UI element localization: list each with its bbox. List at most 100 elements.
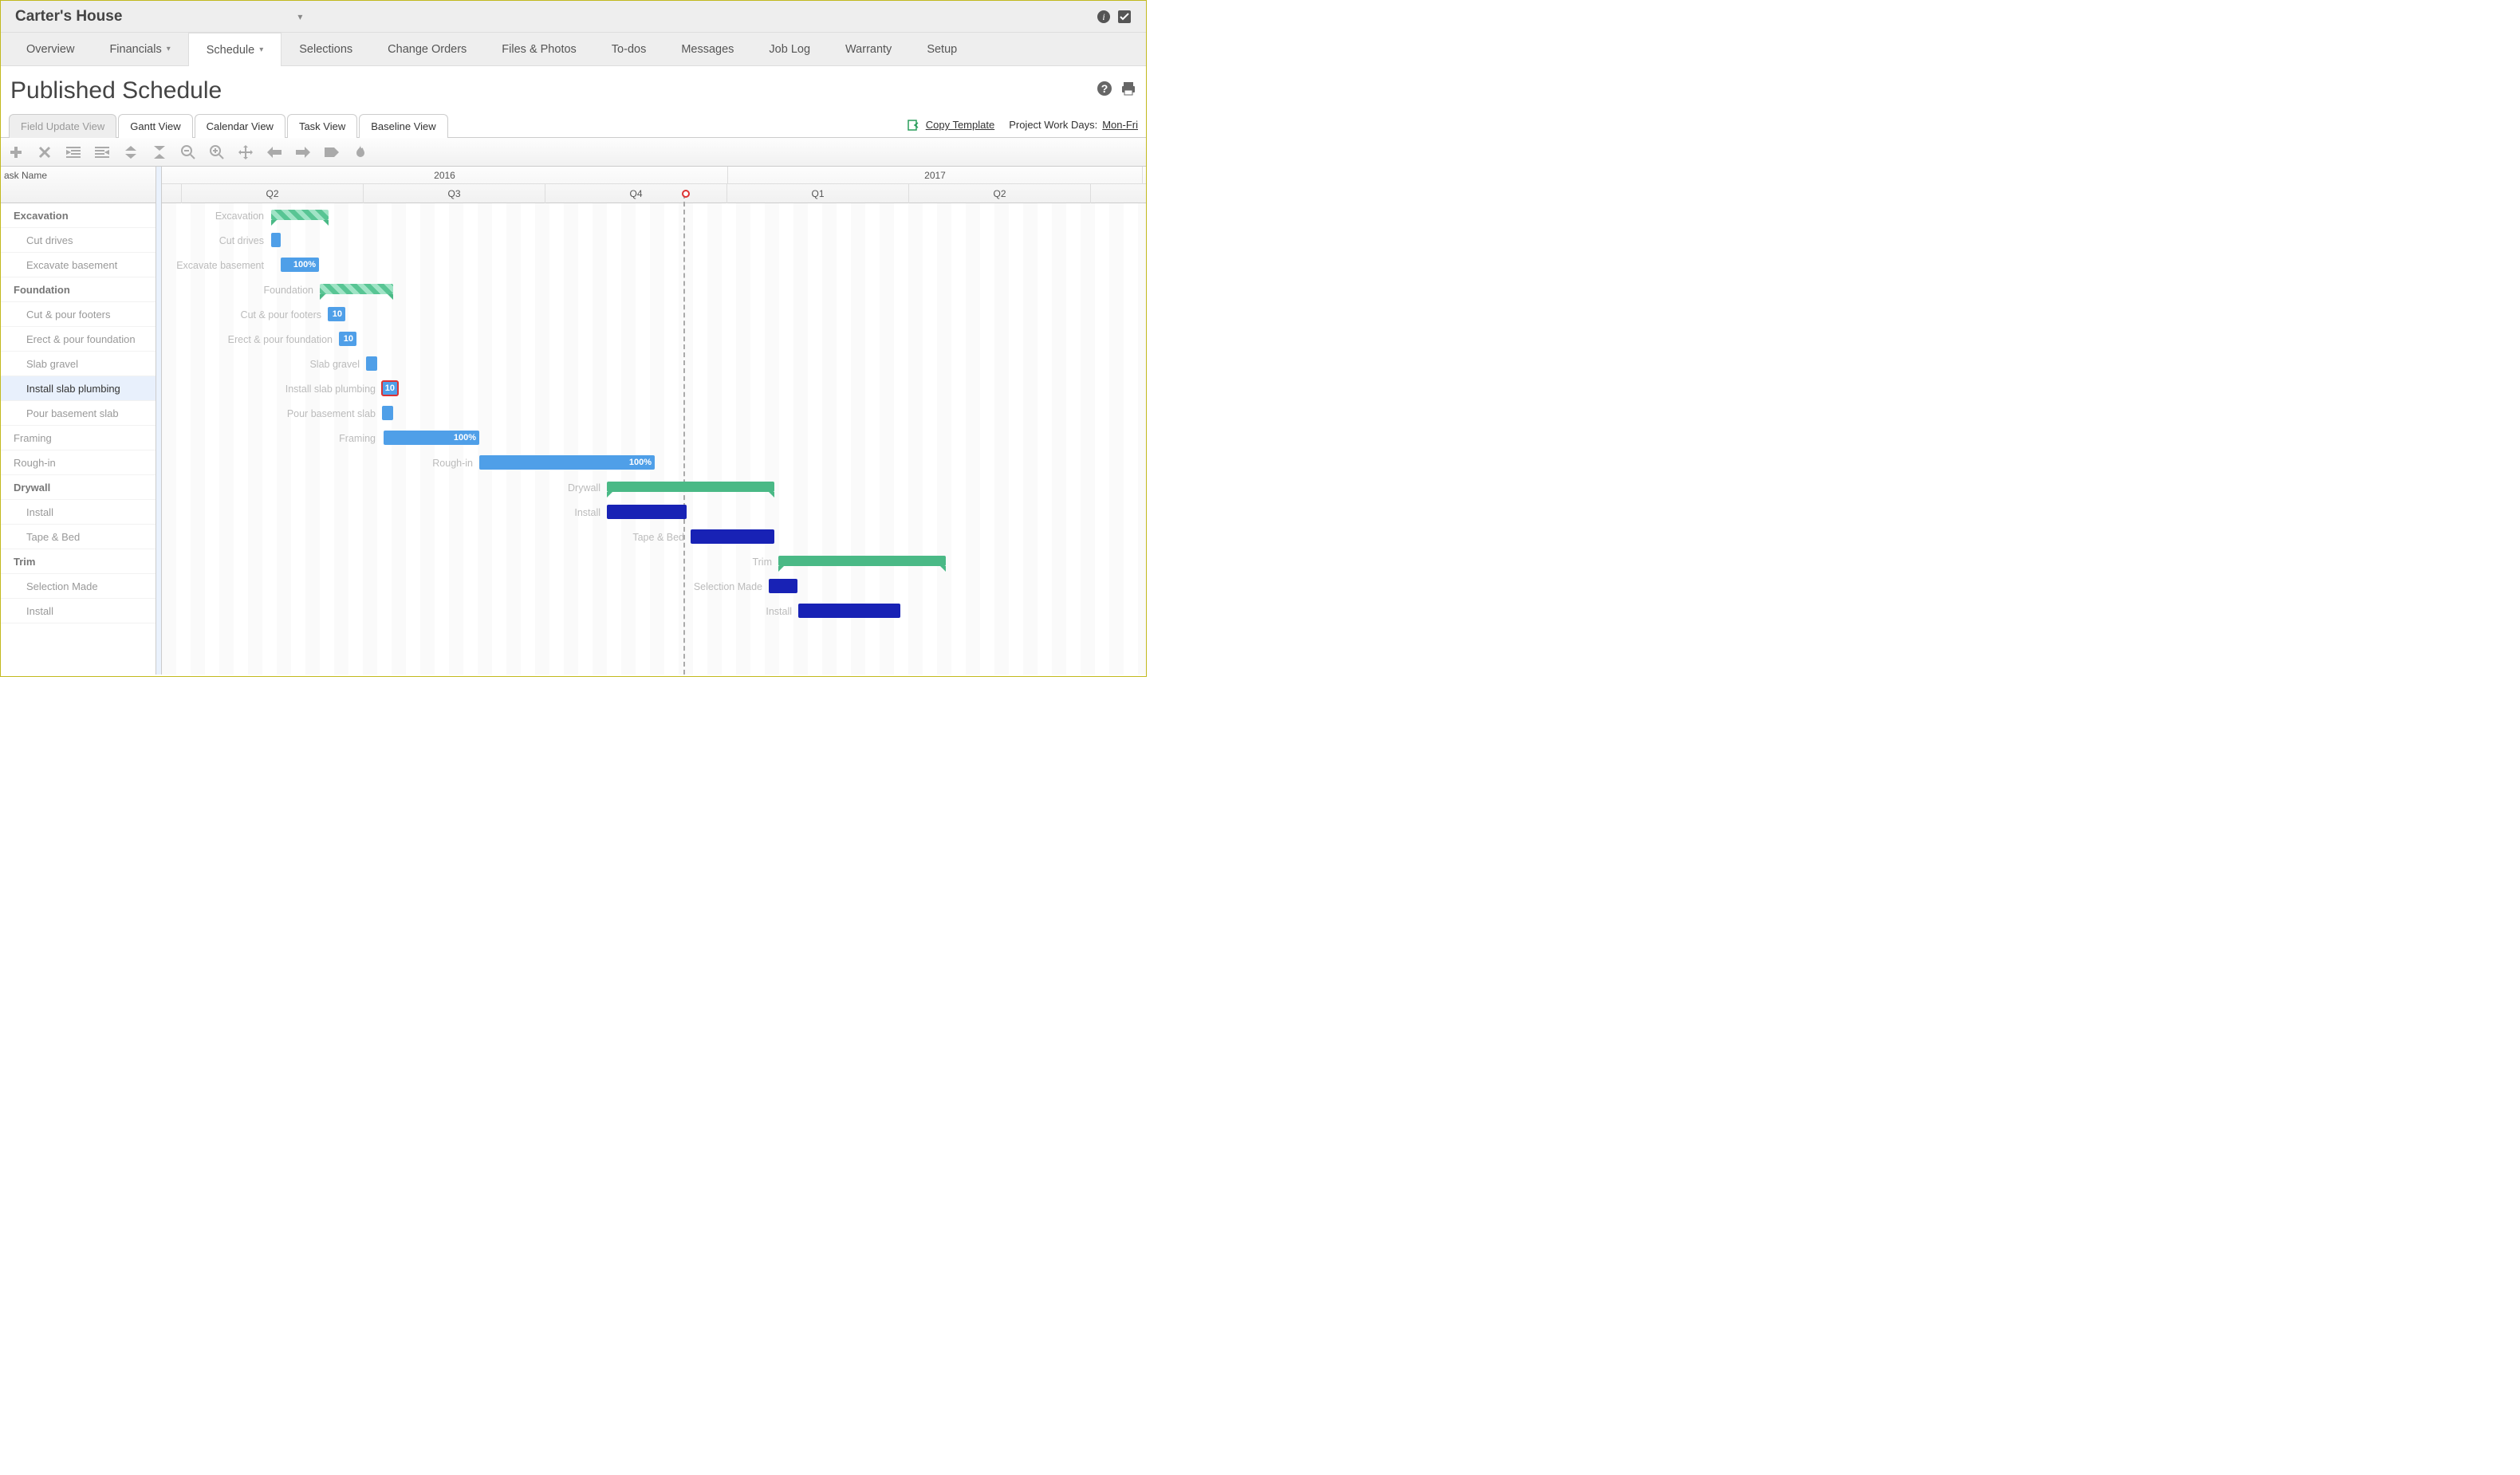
gantt-row: Rough-in 100%	[162, 450, 1146, 475]
project-dropdown-icon[interactable]: ▾	[297, 11, 302, 22]
info-icon[interactable]: i	[1097, 10, 1111, 24]
gantt-row: Framing 100%	[162, 426, 1146, 450]
arrow-left-icon[interactable]	[266, 144, 283, 161]
task-bar[interactable]	[769, 579, 797, 593]
task-bar[interactable]	[382, 406, 393, 420]
gantt-row: Drywall	[162, 475, 1146, 500]
task-bar[interactable]	[798, 604, 900, 618]
task-row[interactable]: Selection Made	[1, 574, 156, 599]
tab-task-view[interactable]: Task View	[287, 114, 357, 138]
quarter-header: Q1	[727, 184, 909, 203]
tab-financials[interactable]: Financials▾	[92, 33, 187, 65]
gantt-task-label: Tape & Bed	[162, 532, 684, 543]
gantt-task-label: Selection Made	[162, 581, 762, 592]
task-row[interactable]: Drywall	[1, 475, 156, 500]
gantt-task-label: Drywall	[162, 482, 600, 494]
task-row[interactable]: Pour basement slab	[1, 401, 156, 426]
zoom-out-icon[interactable]	[179, 144, 197, 161]
task-row[interactable]: Trim	[1, 549, 156, 574]
task-bar[interactable]: 100%	[281, 258, 319, 272]
tab-messages[interactable]: Messages	[663, 33, 751, 65]
tag-icon[interactable]	[323, 144, 341, 161]
svg-text:?: ?	[1101, 82, 1108, 95]
tab-warranty[interactable]: Warranty	[828, 33, 909, 65]
chevron-down-icon: ▾	[259, 45, 263, 54]
gantt-task-label: Install	[162, 507, 600, 518]
expand-icon[interactable]	[151, 144, 168, 161]
project-title[interactable]: Carter's House	[15, 8, 122, 26]
task-row[interactable]: Install	[1, 599, 156, 623]
summary-bar[interactable]	[271, 210, 329, 220]
tab-change-orders[interactable]: Change Orders	[370, 33, 484, 65]
task-bar[interactable]: 100%	[384, 431, 479, 445]
task-row[interactable]: Erect & pour foundation	[1, 327, 156, 352]
task-row[interactable]: Install	[1, 500, 156, 525]
work-days: Project Work Days:Mon-Fri	[1009, 119, 1138, 131]
tab-field-update-view[interactable]: Field Update View	[9, 114, 116, 138]
gantt-task-label: Rough-in	[162, 458, 473, 469]
task-row[interactable]: Excavation	[1, 203, 156, 228]
task-bar[interactable]	[366, 356, 377, 371]
copy-template-link[interactable]: Copy Template	[907, 119, 994, 132]
gantt-task-label: Cut drives	[162, 235, 264, 246]
tab-files-photos[interactable]: Files & Photos	[484, 33, 594, 65]
task-bar[interactable]: 10	[328, 307, 345, 321]
gantt-row: Slab gravel	[162, 352, 1146, 376]
task-row[interactable]: Install slab plumbing	[1, 376, 156, 401]
summary-bar[interactable]	[607, 482, 774, 492]
project-header: Carter's House ▾ i	[1, 1, 1146, 33]
task-row[interactable]: Excavate basement	[1, 253, 156, 277]
quarter-header: Q2	[909, 184, 1091, 203]
task-list: ask Name ExcavationCut drivesExcavate ba…	[1, 167, 156, 675]
task-bar[interactable]	[271, 233, 281, 247]
gantt-row: Cut drives	[162, 228, 1146, 253]
outdent-icon[interactable]	[93, 144, 111, 161]
quarter-header	[162, 184, 182, 203]
flame-icon[interactable]	[352, 144, 369, 161]
task-bar[interactable]: 100%	[479, 455, 655, 470]
gantt-task-label: Install slab plumbing	[162, 384, 376, 395]
gantt-chart[interactable]: 20162017 Q2Q3Q4Q1Q2 ExcavationCut drives…	[162, 167, 1146, 675]
summary-bar[interactable]	[778, 556, 946, 566]
tab-job-log[interactable]: Job Log	[751, 33, 828, 65]
gantt-row: Install	[162, 599, 1146, 623]
task-row[interactable]: Rough-in	[1, 450, 156, 475]
task-row[interactable]: Slab gravel	[1, 352, 156, 376]
gantt-task-label: Framing	[162, 433, 376, 444]
task-bar[interactable]	[607, 505, 687, 519]
delete-icon[interactable]	[36, 144, 53, 161]
tab-overview[interactable]: Overview	[9, 33, 92, 65]
page-title: Published Schedule	[10, 77, 1097, 104]
tab-todos[interactable]: To-dos	[594, 33, 664, 65]
zoom-in-icon[interactable]	[208, 144, 226, 161]
tab-schedule[interactable]: Schedule▾	[188, 33, 282, 66]
gantt-row: Erect & pour foundation 10	[162, 327, 1146, 352]
task-bar[interactable]	[691, 529, 774, 544]
task-row[interactable]: Foundation	[1, 277, 156, 302]
task-row[interactable]: Tape & Bed	[1, 525, 156, 549]
work-days-value[interactable]: Mon-Fri	[1102, 119, 1138, 131]
task-row[interactable]: Cut & pour footers	[1, 302, 156, 327]
collapse-icon[interactable]	[122, 144, 140, 161]
gantt-task-label: Erect & pour foundation	[162, 334, 333, 345]
tab-calendar-view[interactable]: Calendar View	[195, 114, 285, 138]
tab-baseline-view[interactable]: Baseline View	[359, 114, 447, 138]
pan-icon[interactable]	[237, 144, 254, 161]
add-icon[interactable]	[7, 144, 25, 161]
gantt-row: Foundation	[162, 277, 1146, 302]
checkbox-icon[interactable]	[1117, 10, 1132, 24]
task-row[interactable]: Cut drives	[1, 228, 156, 253]
arrow-right-icon[interactable]	[294, 144, 312, 161]
help-icon[interactable]: ?	[1097, 81, 1112, 99]
indent-icon[interactable]	[65, 144, 82, 161]
summary-bar[interactable]	[320, 284, 393, 294]
tab-setup[interactable]: Setup	[909, 33, 975, 65]
tab-selections[interactable]: Selections	[282, 33, 370, 65]
task-row[interactable]: Framing	[1, 426, 156, 450]
gantt-task-label: Cut & pour footers	[162, 309, 321, 321]
task-bar[interactable]: 10	[339, 332, 356, 346]
tab-gantt-view[interactable]: Gantt View	[118, 114, 192, 138]
print-icon[interactable]	[1120, 81, 1136, 99]
column-splitter[interactable]	[156, 167, 162, 675]
task-bar[interactable]: 10	[382, 381, 398, 395]
